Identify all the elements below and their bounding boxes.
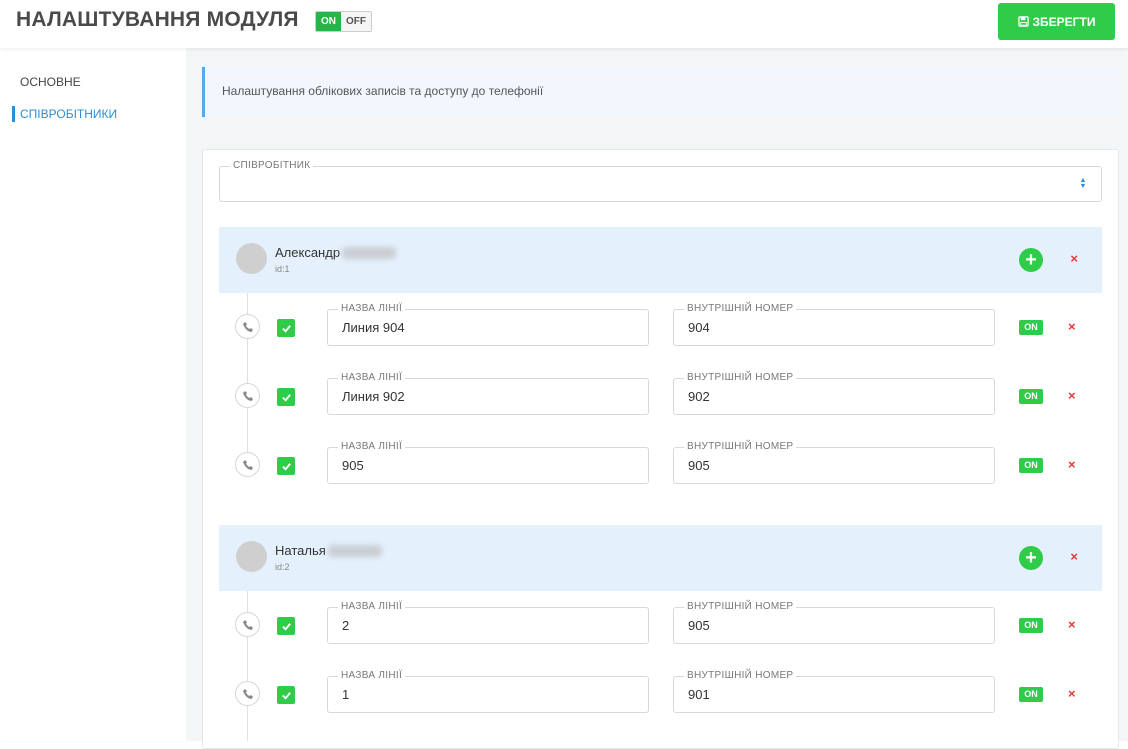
line-name-field[interactable]: НАЗВА ЛІНІЇ Линия 904 [327, 303, 649, 346]
blurred-surname [327, 544, 382, 557]
module-toggle[interactable]: ON OFF [315, 11, 372, 32]
line-name-value: Линия 904 [342, 320, 405, 335]
line-status-toggle[interactable]: ON [1019, 618, 1043, 633]
line-name-field[interactable]: НАЗВА ЛІНІЇ 905 [327, 441, 649, 484]
employee-header: Наталья id:2 + × [219, 525, 1102, 591]
page-header: НАЛАШТУВАННЯ МОДУЛЯ ON OFF ЗБЕРЕГТИ [0, 0, 1128, 48]
line-name-field[interactable]: НАЗВА ЛІНІЇ Линия 902 [327, 372, 649, 415]
internal-number-value: 901 [688, 687, 710, 702]
line-name-value: 1 [342, 687, 350, 702]
line-status-toggle[interactable]: ON [1019, 458, 1043, 473]
line-name-value: 905 [342, 458, 364, 473]
employee-header: Александр id:1 + × [219, 227, 1102, 293]
internal-number-legend: ВНУТРІШНІЙ НОМЕР [684, 670, 797, 682]
line-enabled-checkbox[interactable] [277, 457, 295, 475]
line-name-legend: НАЗВА ЛІНІЇ [338, 303, 406, 315]
line-enabled-checkbox[interactable] [277, 686, 295, 704]
add-line-button[interactable]: + [1019, 248, 1043, 272]
phone-icon [235, 314, 260, 339]
avatar [236, 243, 267, 274]
delete-line-button[interactable]: × [1068, 686, 1076, 701]
save-button-label: ЗБЕРЕГТИ [1032, 14, 1096, 29]
checkmark-icon [281, 324, 291, 333]
internal-number-legend: ВНУТРІШНІЙ НОМЕР [684, 372, 797, 384]
internal-number-legend: ВНУТРІШНІЙ НОМЕР [684, 441, 797, 453]
checkmark-icon [281, 393, 291, 402]
blurred-surname [342, 246, 397, 259]
internal-number-value: 905 [688, 618, 710, 633]
delete-employee-button[interactable]: × [1070, 251, 1078, 266]
employee-id: id:2 [275, 562, 290, 572]
internal-number-field[interactable]: ВНУТРІШНІЙ НОМЕР 901 [673, 670, 995, 713]
page-title: НАЛАШТУВАННЯ МОДУЛЯ [16, 8, 299, 31]
internal-number-field[interactable]: ВНУТРІШНІЙ НОМЕР 904 [673, 303, 995, 346]
delete-line-button[interactable]: × [1068, 457, 1076, 472]
internal-number-legend: ВНУТРІШНІЙ НОМЕР [684, 303, 797, 315]
internal-number-field[interactable]: ВНУТРІШНІЙ НОМЕР 905 [673, 601, 995, 644]
line-name-legend: НАЗВА ЛІНІЇ [338, 670, 406, 682]
sidebar-item-employees[interactable]: СПІВРОБІТНИКИ [20, 107, 117, 121]
sort-arrows-icon: ▲ ▼ [1079, 177, 1087, 190]
checkmark-icon [281, 462, 291, 471]
internal-number-field[interactable]: ВНУТРІШНІЙ НОМЕР 902 [673, 372, 995, 415]
internal-number-value: 902 [688, 389, 710, 404]
internal-number-value: 904 [688, 320, 710, 335]
toggle-on[interactable]: ON [316, 12, 341, 31]
employee-name: Наталья [275, 543, 382, 558]
internal-number-field[interactable]: ВНУТРІШНІЙ НОМЕР 905 [673, 441, 995, 484]
save-button[interactable]: ЗБЕРЕГТИ [998, 3, 1115, 40]
employee-name: Александр [275, 245, 397, 260]
internal-number-legend: ВНУТРІШНІЙ НОМЕР [684, 601, 797, 613]
info-banner: Налаштування облікових записів та доступ… [202, 67, 1119, 117]
line-name-field[interactable]: НАЗВА ЛІНІЇ 1 [327, 670, 649, 713]
floppy-disk-icon [1017, 16, 1029, 27]
delete-line-button[interactable]: × [1068, 388, 1076, 403]
toggle-off[interactable]: OFF [341, 12, 371, 31]
internal-number-value: 905 [688, 458, 710, 473]
line-status-toggle[interactable]: ON [1019, 389, 1043, 404]
phone-icon [235, 681, 260, 706]
line-name-value: Линия 902 [342, 389, 405, 404]
line-name-legend: НАЗВА ЛІНІЇ [338, 601, 406, 613]
line-name-legend: НАЗВА ЛІНІЇ [338, 372, 406, 384]
phone-icon [235, 452, 260, 477]
employee-select[interactable]: СПІВРОБІТНИК ▲ ▼ [219, 160, 1102, 202]
delete-line-button[interactable]: × [1068, 617, 1076, 632]
delete-employee-button[interactable]: × [1070, 549, 1078, 564]
line-enabled-checkbox[interactable] [277, 319, 295, 337]
add-line-button[interactable]: + [1019, 546, 1043, 570]
avatar [236, 541, 267, 572]
phone-icon [235, 383, 260, 408]
line-status-toggle[interactable]: ON [1019, 320, 1043, 335]
checkmark-icon [281, 691, 291, 700]
employee-select-legend: СПІВРОБІТНИК [230, 160, 314, 172]
sidebar-item-main[interactable]: ОСНОВНЕ [20, 75, 81, 89]
employee-id: id:1 [275, 264, 290, 274]
checkmark-icon [281, 622, 291, 631]
line-name-legend: НАЗВА ЛІНІЇ [338, 441, 406, 453]
sidebar-active-marker [12, 106, 15, 122]
line-enabled-checkbox[interactable] [277, 388, 295, 406]
sidebar [0, 48, 186, 741]
delete-line-button[interactable]: × [1068, 319, 1076, 334]
phone-icon [235, 612, 260, 637]
line-name-value: 2 [342, 618, 350, 633]
line-status-toggle[interactable]: ON [1019, 687, 1043, 702]
line-name-field[interactable]: НАЗВА ЛІНІЇ 2 [327, 601, 649, 644]
line-enabled-checkbox[interactable] [277, 617, 295, 635]
